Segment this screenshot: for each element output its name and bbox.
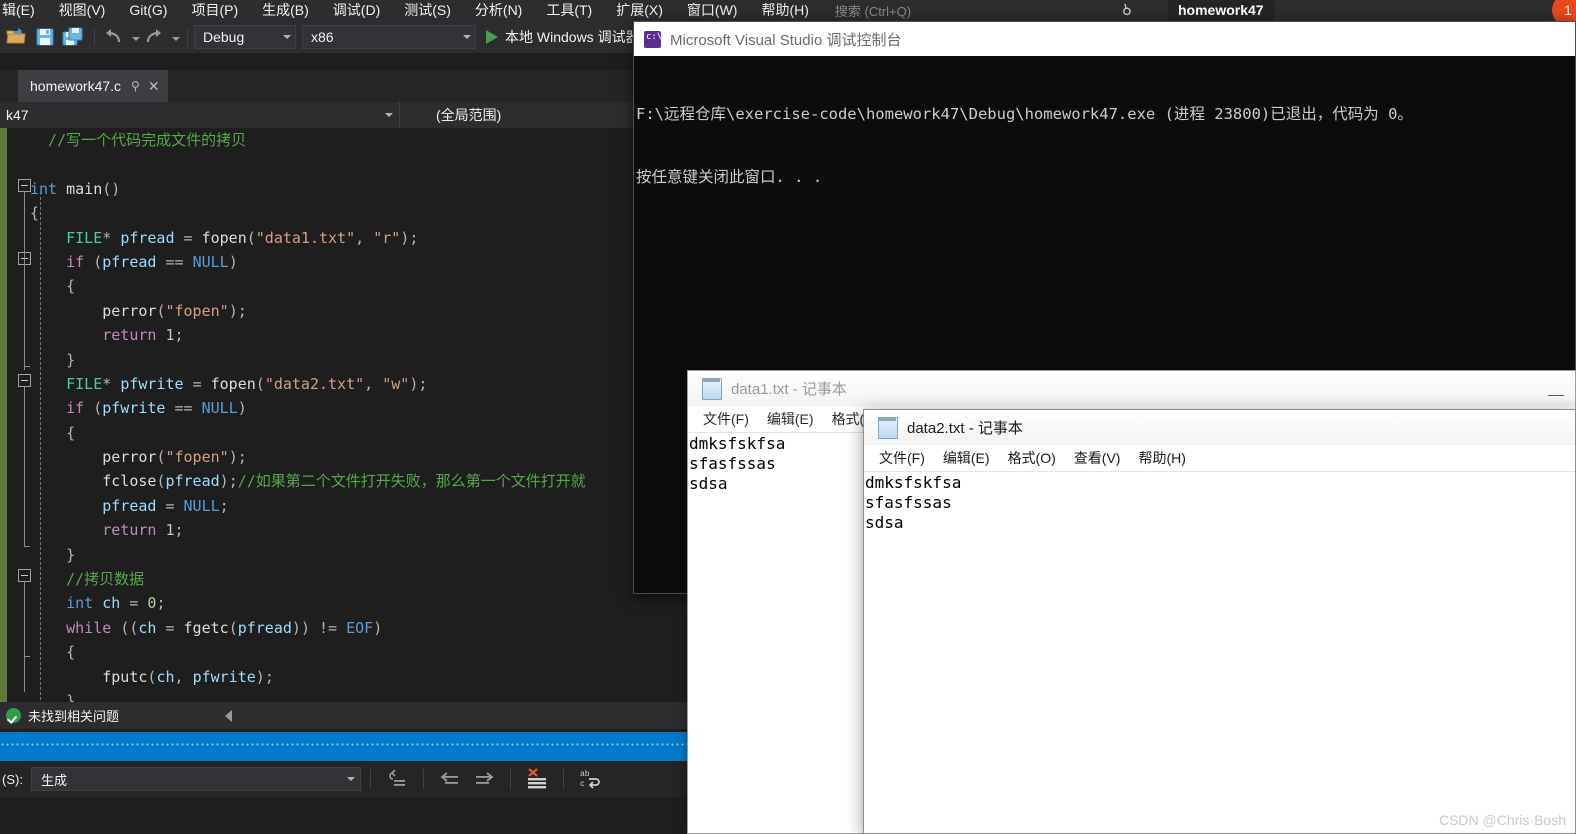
redo-dropdown-icon[interactable] [169,26,181,48]
tab-homework47-c[interactable]: homework47.c ⚲ ✕ [18,70,168,102]
output-toolbar-separator [369,769,371,789]
close-icon[interactable]: ✕ [148,78,160,95]
console-line-1: F:\远程仓库\exercise-code\homework47\Debug\h… [636,105,1413,123]
error-list-bar: 未找到相关问题 [0,702,688,729]
notepad2-menu-format[interactable]: 格式(O) [999,448,1065,468]
collapse-left-icon[interactable] [225,710,232,722]
chevron-down-icon [283,35,291,39]
play-icon [486,30,498,44]
minimize-icon[interactable] [1548,395,1564,396]
console-title-bar[interactable]: Microsoft Visual Studio 调试控制台 [634,22,1575,56]
chevron-down-icon [346,777,355,781]
notepad2-menu-edit[interactable]: 编辑(E) [934,448,999,468]
notepad2-menu-help[interactable]: 帮助(H) [1129,448,1194,468]
console-line-2: 按任意键关闭此窗口. . . [636,168,823,186]
start-debugging-button[interactable]: 本地 Windows 调试器 [482,27,655,47]
chevron-down-icon [463,35,471,39]
menu-project[interactable]: 项目(P) [179,0,250,21]
next-message-icon[interactable] [472,767,496,791]
chevron-down-icon [385,113,393,117]
tab-label: homework47.c [30,78,122,94]
notepad1-menu-edit[interactable]: 编辑(E) [758,409,823,429]
output-toolbar-separator-2 [422,769,424,789]
menu-tools[interactable]: 工具(T) [534,0,604,21]
redo-icon[interactable] [141,24,167,50]
output-source-label: (S): [2,771,23,787]
band-texture [0,742,688,748]
notepad-window-data2[interactable]: data2.txt - 记事本 文件(F) 编辑(E) 格式(O) 查看(V) … [863,409,1576,834]
menu-help[interactable]: 帮助(H) [749,0,820,21]
notepad2-menu-file[interactable]: 文件(F) [870,448,934,468]
success-check-icon [6,708,21,723]
save-all-icon[interactable] [60,24,86,50]
notepad2-text-area[interactable]: dmksfskfsa sfasfssas sdsa [864,472,1575,533]
menu-debug[interactable]: 调试(D) [321,0,392,21]
menu-extensions[interactable]: 扩展(X) [604,0,675,21]
go-to-message-icon[interactable] [385,767,409,791]
word-wrap-icon[interactable]: ab c [578,767,602,791]
undo-icon[interactable] [101,24,127,50]
platform-dropdown[interactable]: x86 [302,25,476,49]
menu-bar: 辑(E) 视图(V) Git(G) 项目(P) 生成(B) 调试(D) 测试(S… [0,0,1576,26]
console-title-label: Microsoft Visual Studio 调试控制台 [670,31,902,49]
output-toolbar-separator-4 [562,769,564,789]
code-text[interactable]: //写一个代码完成文件的拷贝 int main(){ FILE* pfread … [30,128,586,702]
project-scope-dropdown[interactable]: k47 [0,102,400,128]
output-pane-body [0,797,688,834]
previous-message-icon[interactable] [438,767,462,791]
indent-guide [40,192,41,700]
watermark: CSDN @Chris·Bosh [1438,812,1566,828]
project-chip[interactable]: homework47 [1168,0,1274,21]
menu-git[interactable]: Git(G) [117,0,179,21]
code-editor[interactable]: //写一个代码完成文件的拷贝 int main(){ FILE* pfread … [0,128,688,702]
glyph-margin[interactable] [7,128,31,702]
notepad2-menu-view[interactable]: 查看(V) [1065,448,1130,468]
platform-value: x86 [311,29,334,45]
search-input[interactable]: 搜索 (Ctrl+Q) [835,1,911,20]
project-scope-value: k47 [6,107,29,123]
navigation-bar: k47 (全局范围) [0,102,688,128]
output-scroll-band[interactable] [0,732,688,761]
clear-all-icon[interactable] [525,767,549,791]
svg-text:ab: ab [580,770,590,779]
toolbar-separator-2 [187,28,188,46]
menu-build[interactable]: 生成(B) [250,0,321,21]
fold-line-if1 [24,265,25,365]
error-list-status: 未找到相关问题 [28,709,120,724]
start-debugging-label: 本地 Windows 调试器 [505,29,640,45]
notepad2-title-bar[interactable]: data2.txt - 记事本 [864,410,1575,445]
svg-text:c: c [580,780,585,789]
menu-window[interactable]: 窗口(W) [675,0,750,21]
output-toolbar: (S): 生成 ab c [0,761,688,797]
notepad1-title-bar[interactable]: data1.txt - 记事本 [688,371,1575,406]
undo-dropdown-icon[interactable] [129,26,141,48]
open-folder-icon[interactable] [4,24,30,50]
notepad1-menu-file[interactable]: 文件(F) [694,409,758,429]
console-output: F:\远程仓库\exercise-code\homework47\Debug\h… [634,56,1575,230]
fold-line-while [24,582,25,692]
pin-icon[interactable]: ⚲ [131,79,140,93]
output-source-dropdown[interactable]: 生成 [30,767,361,791]
member-scope-value: (全局范围) [436,107,502,123]
output-toolbar-separator-3 [509,769,511,789]
notepad2-title-label: data2.txt - 记事本 [907,420,1023,437]
output-source-value: 生成 [40,772,67,788]
console-app-icon [644,30,662,48]
notepad-icon [878,416,898,439]
notepad2-menu-bar: 文件(F) 编辑(E) 格式(O) 查看(V) 帮助(H) [864,445,1575,472]
notepad1-title-label: data1.txt - 记事本 [731,381,847,398]
save-icon[interactable] [32,24,58,50]
change-bar [0,128,7,702]
menu-analyze[interactable]: 分析(N) [463,0,534,21]
notepad-icon [702,377,722,400]
configuration-value: Debug [203,29,245,45]
toolbar-separator [94,28,95,46]
fold-line-if2 [24,387,25,546]
menu-test[interactable]: 测试(S) [392,0,463,21]
menu-edit[interactable]: 辑(E) [0,0,47,21]
configuration-dropdown[interactable]: Debug [194,25,296,49]
menu-view[interactable]: 视图(V) [47,0,118,21]
